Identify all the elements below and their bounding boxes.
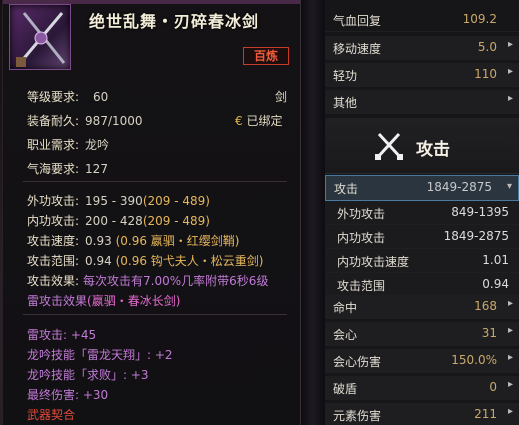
stat-row[interactable]: 命中 168 ▸ [325,295,519,319]
attack-effect: 攻击效果: 每次攻击有7.00%几率附带6秒6级 [27,274,269,288]
level-requirement: 等级要求: 60 [27,90,109,104]
stat-row[interactable]: 轻功 110 ▸ [325,63,519,87]
divider [23,314,287,315]
stat-row: 气血回复 109.2 [325,8,519,32]
item-title: 绝世乱舞・刃碎春冰剑 [89,12,260,31]
weapon-link: 武器契合 [27,408,76,422]
chevron-right-icon: ▸ [507,39,513,50]
quality-badge: 百炼 [243,47,289,65]
class-requirement: 职业需求: 龙吟 [27,138,110,152]
stat-row[interactable]: 元素伤害 211 ▸ [325,403,519,425]
chevron-right-icon: ▸ [507,406,513,417]
chevron-right-icon: ▸ [507,379,513,390]
attack-section-header: 攻击 [325,118,519,174]
lock-icon: € [235,114,243,128]
durability: 装备耐久: 987/1000 [27,114,143,128]
stat-sub-row: 内功攻击 1849-2875 [325,225,519,249]
chevron-down-icon: ▾ [506,181,512,192]
weapon-type: 剑 [275,90,288,104]
stats-panel: 气血回复 109.2 移动速度 5.0 ▸ 轻功 110 ▸ 其他 ▸ 攻击 攻… [325,0,519,425]
stat-row-attack-selected[interactable]: 攻击 1849-2875 ▾ [325,175,519,201]
attack-effect-line2: 雷攻击效果(嬴驷・春冰长剑) [27,294,181,308]
stat-row[interactable]: 移动速度 5.0 ▸ [325,36,519,60]
thunder-attack: 雷攻击: +45 [27,328,97,342]
stat-sub-row: 内功攻击速度 1.01 [325,249,519,273]
stat-sub-row: 外功攻击 849-1395 [325,201,519,225]
attack-speed: 攻击速度: 0.93 (0.96 嬴驷・红缨剑鞘) [27,234,240,248]
stat-sub-row: 攻击范围 0.94 [325,273,519,297]
divider [23,181,287,182]
stat-row[interactable]: 破盾 0 ▸ [325,376,519,400]
crossed-swords-icon [375,132,403,160]
stat-row[interactable]: 会心伤害 150.0% ▸ [325,349,519,373]
final-damage: 最终伤害: +30 [27,388,109,402]
panel-divider [301,0,325,425]
bound-status: € 已绑定 [235,114,283,128]
item-tooltip: 绝世乱舞・刃碎春冰剑 百炼 等级要求: 60 剑 装备耐久: 987/1000 € … [2,0,301,425]
chevron-right-icon: ▸ [507,93,513,104]
qi-requirement: 气海要求: 127 [27,162,108,176]
crossed-swords-icon [9,4,71,70]
inner-attack: 内功攻击: 200 - 428(209 - 489) [27,214,210,228]
chevron-right-icon: ▸ [507,298,513,309]
chevron-right-icon: ▸ [507,352,513,363]
chevron-right-icon: ▸ [507,325,513,336]
stat-row[interactable]: 会心 31 ▸ [325,322,519,346]
chevron-right-icon: ▸ [507,66,513,77]
skill-bonus-1: 龙吟技能「雷龙天翔」: +2 [27,348,173,362]
stat-row-other[interactable]: 其他 ▸ [325,90,519,114]
skill-bonus-2: 龙吟技能「求败」: +3 [27,368,149,382]
outer-attack: 外功攻击: 195 - 390(209 - 489) [27,194,210,208]
attack-range: 攻击范围: 0.94 (0.96 钩弋夫人・松云重剑) [27,254,264,268]
